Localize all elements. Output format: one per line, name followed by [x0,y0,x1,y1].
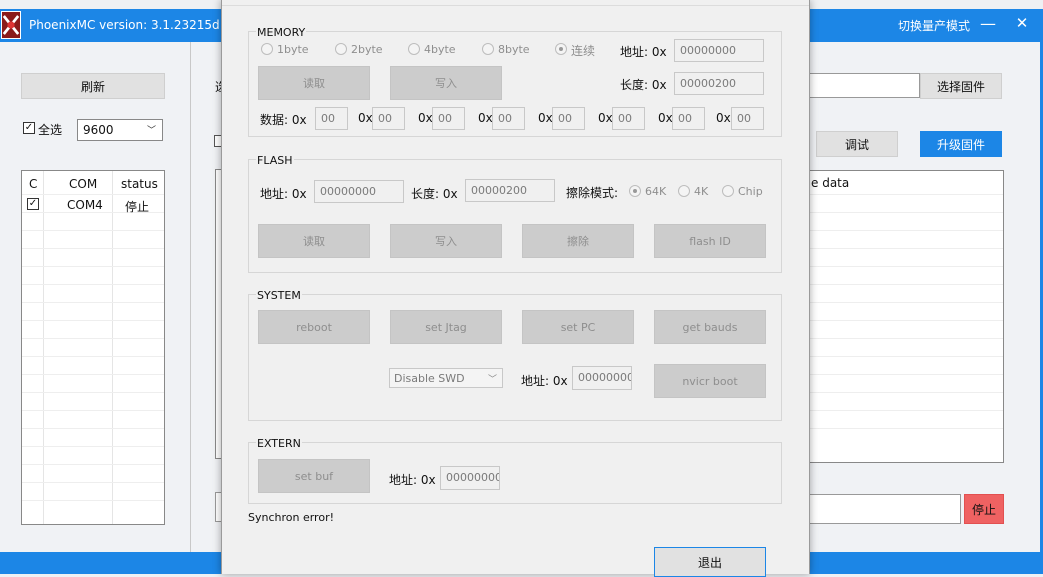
data-byte-input[interactable]: 00 [731,107,764,130]
data-byte-input[interactable]: 00 [612,107,645,130]
radio-1byte-label: 1byte [277,43,309,56]
erase-mode-label: 擦除模式: [566,186,619,200]
column-header-c[interactable]: C [29,177,37,191]
flash-address-input[interactable]: 00000000 [314,180,404,203]
set-pc-button[interactable]: set PC [522,310,634,344]
flash-read-button[interactable]: 读取 [258,224,370,258]
radio-8byte-label: 8byte [498,43,530,56]
checkmark-icon: ✓ [28,198,38,209]
memory-length-label: 长度: 0x [620,78,667,92]
column-header-status[interactable]: status [121,177,158,191]
log-text: e data [811,176,850,190]
hex-prefix-label: 0x [418,111,433,125]
data-byte-input[interactable]: 00 [672,107,705,130]
port-table: C COM status ✓ COM4 停止 [21,170,165,525]
flash-erase-button[interactable]: 擦除 [522,224,634,258]
checkmark-icon: ✓ [24,122,34,133]
debug-button[interactable]: 调试 [816,131,898,157]
system-address-input[interactable]: 00000000 [572,366,632,390]
hex-prefix-label: 0x [716,111,731,125]
system-address-label: 地址: 0x [521,374,568,388]
chevron-down-icon: ﹀ [146,126,156,136]
table-row-com[interactable]: COM4 [67,198,103,212]
dialog-divider [222,5,809,6]
data-byte-input[interactable]: 00 [492,107,525,130]
data-byte-input[interactable]: 00 [372,107,405,130]
baud-rate-value: 9600 [83,123,114,137]
swd-select[interactable]: Disable SWD ﹀ [389,368,503,388]
system-group-title: SYSTEM [256,289,302,302]
swd-select-value: Disable SWD [394,372,465,385]
flash-group-title: FLASH [256,154,294,167]
extern-group-title: EXTERN [256,437,302,450]
select-all-label: 全选 [38,123,63,137]
radio-1byte[interactable] [261,43,273,55]
radio-8byte[interactable] [482,43,494,55]
memory-address-input[interactable]: 00000000 [674,39,764,62]
radio-continuous[interactable] [555,43,567,55]
refresh-button[interactable]: 刷新 [21,73,165,99]
radio-4byte-label: 4byte [424,43,456,56]
hex-prefix-label: 0x [478,111,493,125]
command-input[interactable] [808,494,961,524]
panel-separator [190,42,191,552]
radio-4byte[interactable] [408,43,420,55]
erase-radio-64k-label: 64K [645,185,667,198]
close-button[interactable]: ✕ [1012,15,1032,31]
memory-data-label: 数据: 0x [260,113,307,127]
window-title: PhoenixMC version: 3.1.23215d [29,18,220,32]
flash-write-button[interactable]: 写入 [390,224,502,258]
memory-write-button[interactable]: 写入 [390,66,502,100]
minimize-button[interactable]: — [978,16,998,32]
flash-id-button[interactable]: flash ID [654,224,766,258]
data-byte-input[interactable]: 00 [432,107,465,130]
stop-button[interactable]: 停止 [964,494,1004,524]
data-byte-input[interactable]: 00 [552,107,585,130]
column-header-com[interactable]: COM [69,177,97,191]
hex-prefix-label: 0x [598,111,613,125]
reboot-button[interactable]: reboot [258,310,370,344]
set-buf-button[interactable]: set buf [258,459,370,493]
log-output [808,170,1004,463]
exit-button[interactable]: 退出 [654,547,766,577]
hex-prefix-label: 0x [358,111,373,125]
data-byte-input[interactable]: 00 [315,107,348,130]
extern-address-input[interactable]: 00000000 [440,466,500,490]
erase-radio-64k[interactable] [629,185,641,197]
radio-2byte-label: 2byte [351,43,383,56]
firmware-path-input[interactable] [808,73,920,98]
status-message: Synchron error! [248,511,335,524]
memory-address-label: 地址: 0x [620,45,667,59]
upgrade-firmware-button[interactable]: 升级固件 [920,131,1002,157]
flash-address-label: 地址: 0x [260,187,307,201]
flash-length-input[interactable]: 00000200 [465,179,555,202]
radio-continuous-label: 连续 [571,44,596,58]
erase-radio-4k-label: 4K [694,185,709,198]
select-firmware-button[interactable]: 选择固件 [920,73,1002,99]
get-bauds-button[interactable]: get bauds [654,310,766,344]
select-all-checkbox[interactable]: ✓ [23,122,35,134]
erase-radio-chip[interactable] [722,185,734,197]
memory-length-input[interactable]: 00000200 [674,72,764,95]
row-checkbox[interactable]: ✓ [27,198,39,210]
erase-radio-4k[interactable] [678,185,690,197]
memory-read-button[interactable]: 读取 [258,66,370,100]
flash-length-label: 长度: 0x [411,187,458,201]
baud-rate-select[interactable]: 9600 ﹀ [77,119,163,141]
chevron-down-icon: ﹀ [487,375,497,385]
hex-prefix-label: 0x [658,111,673,125]
radio-2byte[interactable] [335,43,347,55]
hex-prefix-label: 0x [538,111,553,125]
erase-radio-chip-label: Chip [738,185,763,198]
extern-address-label: 地址: 0x [389,473,436,487]
app-logo-icon [1,11,21,39]
memory-group-title: MEMORY [256,26,307,39]
set-jtag-button[interactable]: set Jtag [390,310,502,344]
table-row-status: 停止 [125,200,150,214]
nvicr-boot-button[interactable]: nvicr boot [654,364,766,398]
switch-mass-production-mode[interactable]: 切换量产模式 [898,17,970,34]
